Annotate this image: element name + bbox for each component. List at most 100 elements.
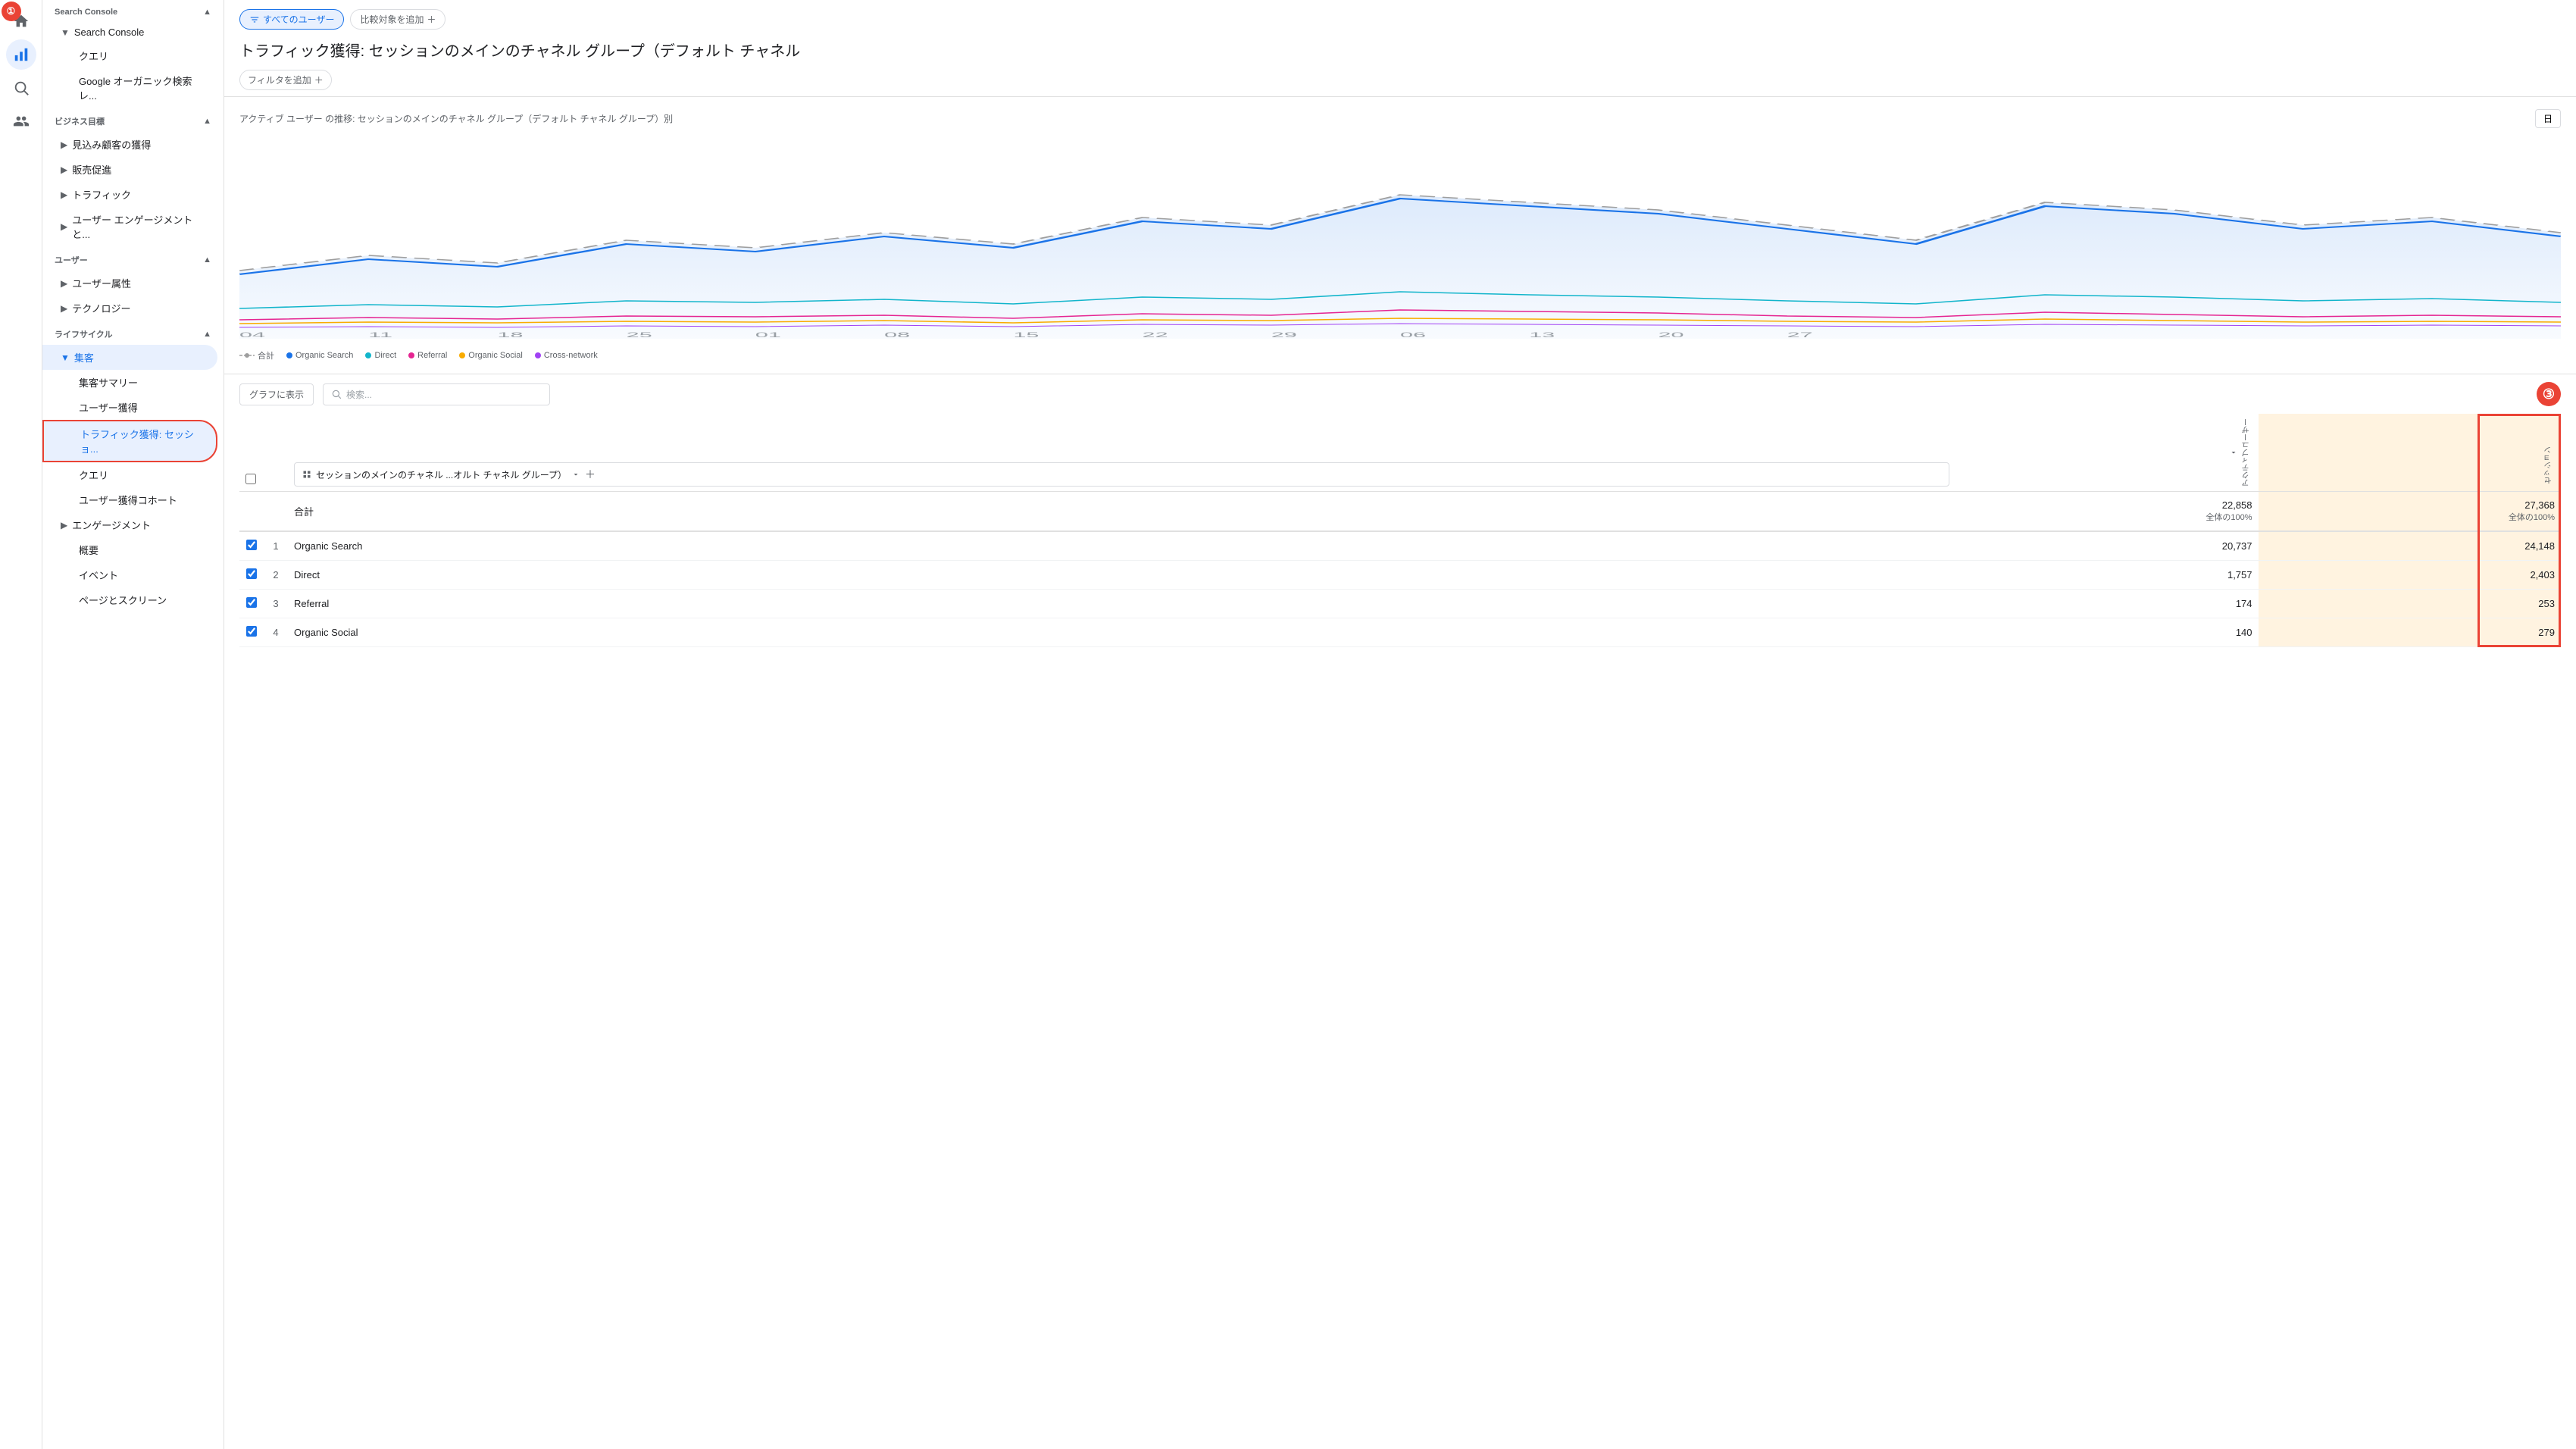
chevron-up-icon: ▲ bbox=[203, 8, 211, 17]
sidebar-item-traffic[interactable]: ▶ トラフィック bbox=[42, 182, 217, 207]
sidebar-item-traffic-acquisition[interactable]: トラフィック獲得: セッショ... bbox=[42, 420, 217, 462]
legend-direct: Direct bbox=[365, 351, 396, 360]
row3-checkbox[interactable] bbox=[246, 597, 257, 608]
chart-svg: 04 8月 11 18 25 01 9月 08 15 22 29 06 10月 … bbox=[239, 134, 2561, 339]
plus-icon-col[interactable]: ＋ bbox=[585, 467, 596, 482]
sidebar-item-engagement[interactable]: ▶ エンゲージメント bbox=[42, 512, 217, 537]
row4-active-users: 140 bbox=[1955, 618, 2258, 647]
row4-checkbox-cell[interactable] bbox=[239, 618, 264, 647]
audience-icon-item[interactable] bbox=[6, 106, 36, 136]
row2-checkbox-cell[interactable] bbox=[239, 561, 264, 590]
legend-organic-social: Organic Social bbox=[459, 351, 523, 360]
svg-text:13: 13 bbox=[1529, 331, 1555, 339]
select-all-checkbox[interactable] bbox=[245, 474, 256, 484]
sidebar-item-technology[interactable]: ▶ テクノロジー bbox=[42, 296, 217, 321]
row2-channel: Direct bbox=[288, 561, 1955, 590]
col-channel-header: セッションのメインのチャネル ...オルト チャネル グループ） ＋ bbox=[288, 414, 1955, 492]
sidebar-item-queries[interactable]: クエリ bbox=[42, 43, 217, 68]
col-sessions-header: セッション bbox=[2259, 414, 2561, 492]
filter-bar: すべてのユーザー 比較対象を追加 ＋ bbox=[239, 9, 2561, 30]
sidebar-item-events[interactable]: イベント bbox=[42, 562, 217, 587]
chevron-icon: ▼ bbox=[61, 27, 70, 38]
add-compare-button[interactable]: 比較対象を追加 ＋ bbox=[350, 9, 445, 30]
svg-text:06: 06 bbox=[1400, 331, 1426, 339]
badge-3: ③ bbox=[2537, 382, 2561, 406]
col-rank bbox=[264, 414, 288, 492]
legend-cross-network: Cross-network bbox=[535, 351, 598, 360]
sidebar-item-user-attributes[interactable]: ▶ ユーザー属性 bbox=[42, 271, 217, 296]
plus-icon-filter: ＋ bbox=[314, 74, 324, 86]
row2-checkbox[interactable] bbox=[246, 568, 257, 579]
analytics-icon bbox=[13, 46, 30, 63]
svg-text:01: 01 bbox=[755, 331, 781, 339]
all-users-chip[interactable]: すべてのユーザー bbox=[239, 9, 344, 30]
audience-icon bbox=[13, 113, 30, 130]
sidebar-item-sales[interactable]: ▶ 販売促進 bbox=[42, 157, 217, 182]
sidebar-item-search-console[interactable]: ▼ Search Console bbox=[42, 21, 217, 43]
chart-day-button[interactable]: 日 bbox=[2535, 109, 2561, 128]
row3-active-users: 174 bbox=[1955, 590, 2258, 618]
search-icon bbox=[13, 80, 30, 96]
analytics-icon-item[interactable] bbox=[6, 39, 36, 70]
biz-section: ビジネス目標 ▲ bbox=[42, 108, 224, 132]
svg-text:04: 04 bbox=[239, 331, 265, 339]
svg-text:08: 08 bbox=[884, 331, 910, 339]
icon-bar: ① bbox=[0, 0, 42, 1449]
row4-rank: 4 bbox=[264, 618, 288, 647]
row1-checkbox-cell[interactable] bbox=[239, 531, 264, 561]
chart-header: アクティブ ユーザー の推移: セッションのメインのチャネル グループ（デフォル… bbox=[239, 109, 2561, 128]
add-filter-button[interactable]: フィルタを追加 ＋ bbox=[239, 70, 332, 90]
row3-rank: 3 bbox=[264, 590, 288, 618]
legend-organic-search: Organic Search bbox=[286, 351, 353, 360]
sidebar-item-user-engagement[interactable]: ▶ ユーザー エンゲージメントと... bbox=[42, 207, 217, 246]
chart-svg-wrapper: 04 8月 11 18 25 01 9月 08 15 22 29 06 10月 … bbox=[239, 134, 2561, 346]
sidebar-item-overview[interactable]: 概要 bbox=[42, 537, 217, 562]
sidebar-item-google-organic[interactable]: Google オーガニック検索レ... bbox=[42, 68, 217, 108]
show-in-chart-button[interactable]: グラフに表示 bbox=[239, 383, 314, 405]
total-rank-cell bbox=[264, 492, 288, 532]
column-selector-button[interactable]: セッションのメインのチャネル ...オルト チャネル グループ） ＋ bbox=[294, 462, 1949, 487]
search-box[interactable]: 検索... bbox=[323, 383, 550, 405]
sidebar-item-pages-screens[interactable]: ページとスクリーン bbox=[42, 587, 217, 612]
svg-text:20: 20 bbox=[1658, 331, 1683, 339]
sidebar-item-prospects[interactable]: ▶ 見込み顧客の獲得 bbox=[42, 132, 217, 157]
row3-sessions: 253 bbox=[2259, 590, 2561, 618]
home-icon-item[interactable]: ① bbox=[6, 6, 36, 36]
sidebar-item-user-acquisition[interactable]: ユーザー獲得 bbox=[42, 395, 217, 420]
col-active-users-header: アクティブユーザー bbox=[1955, 414, 2258, 492]
row3-checkbox-cell[interactable] bbox=[239, 590, 264, 618]
main-content: すべてのユーザー 比較対象を追加 ＋ トラフィック獲得: セッションのメインのチ… bbox=[224, 0, 2576, 1449]
row1-sessions: 24,148 bbox=[2259, 531, 2561, 561]
table-icon bbox=[302, 470, 311, 479]
row2-sessions: 2,403 bbox=[2259, 561, 2561, 590]
chevron-up-icon-user: ▲ bbox=[203, 255, 211, 264]
table-row: 4 Organic Social 140 279 bbox=[239, 618, 2561, 647]
legend-total: 合計 bbox=[239, 349, 274, 361]
legend-total-icon bbox=[239, 352, 255, 359]
row1-checkbox[interactable] bbox=[246, 540, 257, 550]
row3-channel: Referral bbox=[288, 590, 1955, 618]
referral-dot bbox=[408, 352, 414, 358]
plus-icon: ＋ bbox=[427, 13, 436, 26]
lifecycle-section: ライフサイクル ▲ bbox=[42, 321, 224, 345]
table-area: グラフに表示 検索... ③ bbox=[224, 374, 2576, 1449]
row1-active-users: 20,737 bbox=[1955, 531, 2258, 561]
svg-text:25: 25 bbox=[627, 331, 652, 339]
svg-text:11: 11 bbox=[368, 331, 392, 339]
sidebar-item-acquisition-summary[interactable]: 集客サマリー bbox=[42, 370, 217, 395]
row4-checkbox[interactable] bbox=[246, 626, 257, 637]
search-console-icon-item[interactable] bbox=[6, 73, 36, 103]
table-row: 3 Referral 174 253 bbox=[239, 590, 2561, 618]
sidebar: Search Console ▲ ▼ Search Console クエリ Go… bbox=[42, 0, 224, 1449]
svg-text:18: 18 bbox=[497, 331, 523, 339]
total-active-users-cell: 22,858 全体の100% bbox=[1955, 492, 2258, 532]
row4-channel: Organic Social bbox=[288, 618, 1955, 647]
sidebar-item-queries2[interactable]: クエリ bbox=[42, 462, 217, 487]
col-checkbox bbox=[239, 414, 264, 492]
chevron-down-icon bbox=[571, 470, 580, 479]
svg-text:22: 22 bbox=[1143, 331, 1168, 339]
sidebar-item-user-cohort[interactable]: ユーザー獲得コホート bbox=[42, 487, 217, 512]
search-icon-table bbox=[331, 389, 342, 399]
main-header: すべてのユーザー 比較対象を追加 ＋ トラフィック獲得: セッションのメインのチ… bbox=[224, 0, 2576, 97]
sidebar-item-acquisition[interactable]: ▼ 集客 bbox=[42, 345, 217, 370]
